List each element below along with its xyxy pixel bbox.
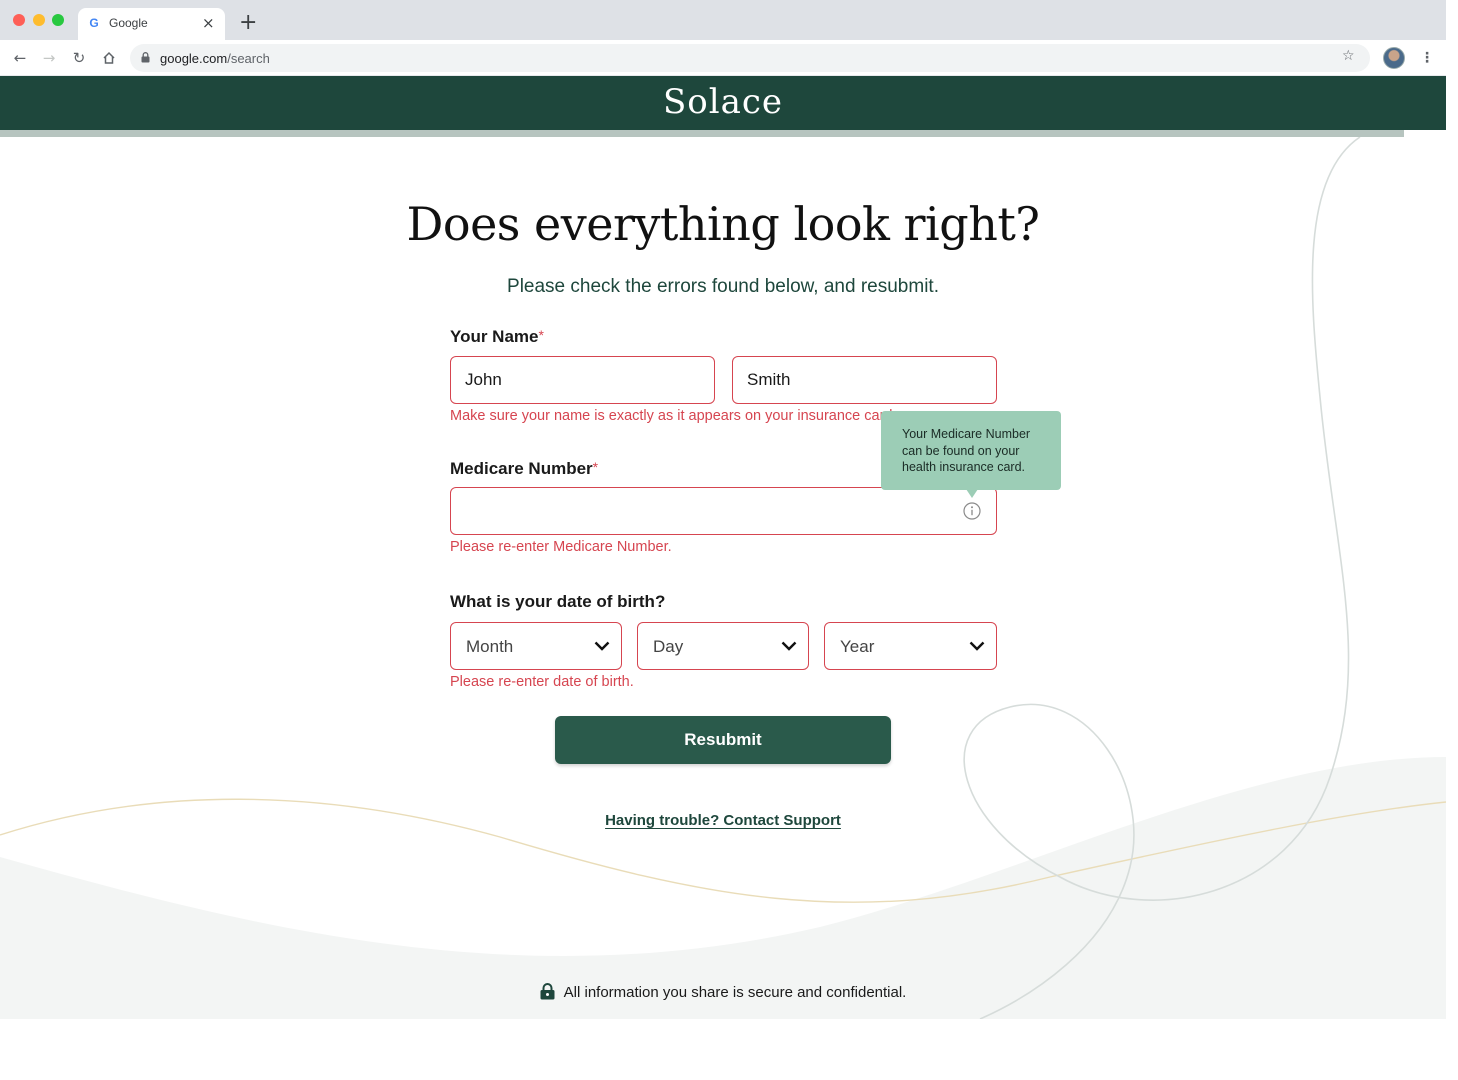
- new-tab-button[interactable]: +: [239, 10, 257, 36]
- solace-logo[interactable]: Solace: [0, 82, 1446, 122]
- maximize-window-button[interactable]: [52, 14, 64, 26]
- medicare-number-input[interactable]: [451, 488, 996, 534]
- address-bar[interactable]: google.com/search ☆: [130, 44, 1370, 72]
- medicare-label-text: Medicare Number: [450, 459, 593, 478]
- browser-toolbar: ← → ↻ google.com/search ☆ ⋮: [0, 40, 1446, 76]
- required-marker: *: [538, 327, 544, 343]
- forward-icon[interactable]: →: [39, 48, 59, 68]
- required-marker: *: [592, 459, 599, 475]
- contact-support-link[interactable]: Having trouble? Contact Support: [605, 812, 841, 829]
- url-text: google.com/search: [160, 51, 270, 66]
- info-icon[interactable]: [963, 502, 981, 520]
- browser-tab[interactable]: G Google ×: [78, 8, 225, 40]
- name-label-text: Your Name: [450, 327, 539, 346]
- header-stripe: [0, 130, 1404, 137]
- background-decoration: [0, 137, 1446, 1019]
- month-select[interactable]: Month: [450, 622, 622, 670]
- close-window-button[interactable]: [13, 14, 25, 26]
- lock-icon: [540, 983, 555, 1000]
- tab-title: Google: [109, 16, 148, 30]
- medicare-tooltip: Your Medicare Number can be found on you…: [881, 411, 1061, 490]
- medicare-error: Please re-enter Medicare Number.: [450, 539, 672, 555]
- avatar[interactable]: [1383, 47, 1405, 69]
- chevron-down-icon: [594, 641, 610, 651]
- medicare-label: Medicare Number*: [450, 459, 598, 479]
- google-favicon-icon: G: [89, 16, 99, 30]
- first-name-input[interactable]: [451, 357, 714, 403]
- day-select[interactable]: Day: [637, 622, 809, 670]
- first-name-field[interactable]: [450, 356, 715, 404]
- month-select-value: Month: [466, 637, 514, 656]
- chevron-down-icon: [781, 641, 797, 651]
- tooltip-tail: [966, 489, 978, 498]
- security-notice: All information you share is secure and …: [0, 983, 1446, 1001]
- dob-error: Please re-enter date of birth.: [450, 674, 634, 690]
- medicare-number-field[interactable]: [450, 487, 997, 535]
- day-select-value: Day: [653, 637, 684, 656]
- tab-close-icon[interactable]: ×: [202, 14, 215, 32]
- support-container: Having trouble? Contact Support: [0, 812, 1446, 830]
- security-notice-text: All information you share is secure and …: [563, 984, 907, 1001]
- name-error: Make sure your name is exactly as it app…: [450, 408, 897, 424]
- tab-bar: G Google × +: [0, 0, 1446, 40]
- browser-window: G Google × + ← → ↻ google.com/search ☆ ⋮…: [0, 0, 1446, 1019]
- last-name-field[interactable]: [732, 356, 997, 404]
- year-select[interactable]: Year: [824, 622, 997, 670]
- page-title: Does everything look right?: [406, 197, 1040, 251]
- year-select-value: Year: [840, 637, 875, 656]
- last-name-input[interactable]: [733, 357, 996, 403]
- url-path: /search: [227, 51, 270, 66]
- back-icon[interactable]: ←: [10, 48, 30, 68]
- home-icon[interactable]: [99, 48, 119, 68]
- name-label: Your Name*: [450, 327, 544, 347]
- lock-icon: [141, 52, 150, 63]
- page-subtitle: Please check the errors found below, and…: [507, 276, 939, 297]
- reload-icon[interactable]: ↻: [69, 48, 89, 68]
- kebab-menu-icon[interactable]: ⋮: [1420, 48, 1434, 68]
- resubmit-button[interactable]: Resubmit: [555, 716, 891, 764]
- minimize-window-button[interactable]: [33, 14, 45, 26]
- chevron-down-icon: [969, 641, 985, 651]
- star-icon[interactable]: ☆: [1342, 48, 1355, 64]
- url-host: google.com: [160, 51, 228, 66]
- dob-label: What is your date of birth?: [450, 592, 666, 611]
